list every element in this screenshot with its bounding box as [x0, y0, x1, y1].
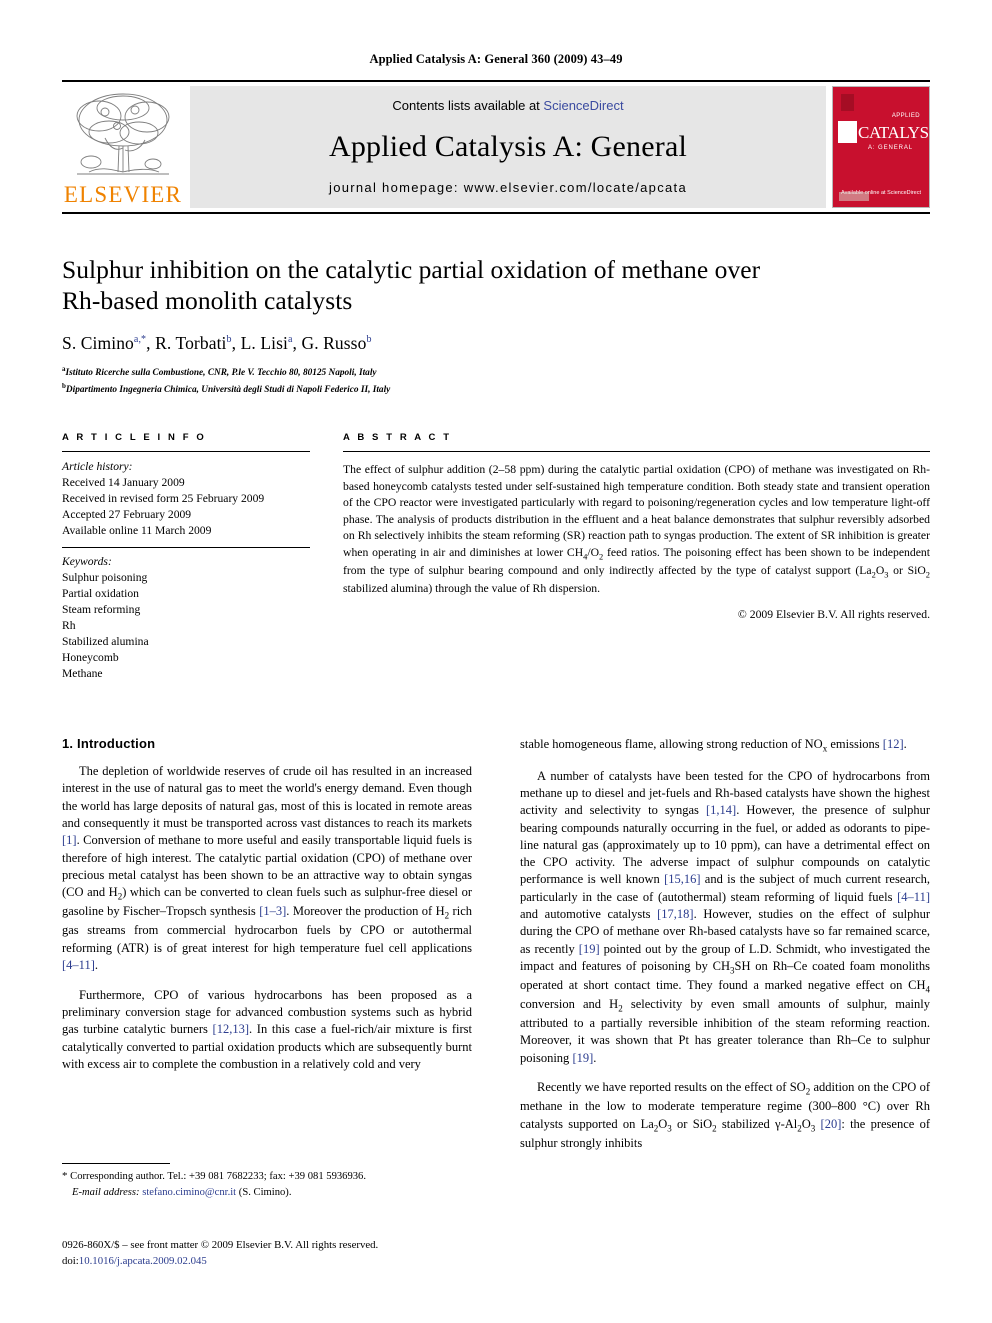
affiliation-item: aIstituto Ricerche sulla Combustione, CN…: [62, 364, 930, 381]
email-link[interactable]: stefano.cimino@cnr.it: [142, 1187, 236, 1198]
journal-banner: ELSEVIER Contents lists available at Sci…: [62, 86, 930, 208]
footnote-block: * Corresponding author. Tel.: +39 081 76…: [62, 1163, 472, 1200]
keywords-list: Keywords: Sulphur poisoning Partial oxid…: [62, 554, 310, 682]
history-item: Accepted 27 February 2009: [62, 508, 192, 522]
footnote-rule: [62, 1163, 170, 1164]
history-item: Received in revised form 25 February 200…: [62, 492, 265, 506]
abstract-heading: A B S T R A C T: [343, 432, 452, 444]
issn-copyright-line: 0926-860X/$ – see front matter © 2009 El…: [62, 1239, 379, 1251]
page-title: Sulphur inhibition on the catalytic part…: [62, 254, 930, 316]
paragraph: stable homogeneous flame, allowing stron…: [520, 737, 907, 754]
sciencedirect-link[interactable]: ScienceDirect: [543, 98, 623, 113]
running-head: Applied Catalysis A: General 360 (2009) …: [369, 52, 623, 66]
elsevier-logo: ELSEVIER: [62, 86, 184, 208]
paper-page: Applied Catalysis A: General 360 (2009) …: [0, 0, 992, 1323]
history-item: Received 14 January 2009: [62, 476, 185, 490]
email-address-label: E-mail address:: [72, 1186, 140, 1198]
author-mark: a,*: [133, 334, 147, 346]
author-list: S. Ciminoa,*, R. Torbatib, L. Lisia, G. …: [62, 333, 372, 354]
keyword-item: Honeycomb: [62, 651, 119, 665]
corresponding-author-text: Corresponding author. Tel.: +39 081 7682…: [70, 1171, 366, 1182]
title-line-1: Sulphur inhibition on the catalytic part…: [62, 255, 761, 284]
banner-bottom-rule: [62, 212, 930, 214]
info-abstract-row: A R T I C L E I N F O Article history: R…: [62, 432, 930, 682]
title-line-2: Rh-based monolith catalysts: [62, 286, 353, 316]
page-footer: 0926-860X/$ – see front matter © 2009 El…: [62, 1238, 492, 1269]
affiliation-text: Istituto Ricerche sulla Combustione, CNR…: [65, 368, 377, 379]
body-columns: 1. Introduction The depletion of worldwi…: [62, 736, 930, 1164]
author-name: L. Lisi: [240, 333, 288, 354]
author-name: S. Cimino: [62, 333, 134, 354]
keyword-item: Stabilized alumina: [62, 635, 149, 649]
elsevier-wordmark: ELSEVIER: [63, 182, 183, 207]
banner-top-rule: [62, 80, 930, 82]
paragraph: Recently we have reported results on the…: [520, 1080, 930, 1150]
corresponding-author-note: * Corresponding author. Tel.: +39 081 76…: [62, 1169, 472, 1200]
keyword-item: Rh: [62, 619, 76, 633]
body-column-left: 1. Introduction The depletion of worldwi…: [62, 736, 472, 1164]
cover-bottom-left-block: [839, 192, 869, 201]
footnote-star: *: [62, 1170, 68, 1182]
keyword-item: Steam reforming: [62, 603, 141, 617]
abstract-rule: [343, 451, 930, 453]
affiliation-text: Dipartimento Ingegneria Chimica, Univers…: [65, 385, 391, 396]
affiliations: aIstituto Ricerche sulla Combustione, CN…: [62, 364, 930, 398]
article-info-heading: A R T I C L E I N F O: [62, 432, 207, 444]
elsevier-tree-icon: [76, 93, 170, 175]
contents-available-line: Contents lists available at ScienceDirec…: [392, 98, 623, 113]
keywords-label: Keywords:: [62, 555, 112, 569]
abstract-text: The effect of sulphur addition (2–58 ppm…: [343, 463, 930, 595]
body-column-right: stable homogeneous flame, allowing stron…: [520, 736, 930, 1164]
author-mark: a: [287, 334, 293, 346]
doi-link[interactable]: 10.1016/j.apcata.2009.02.045: [79, 1255, 207, 1267]
cover-general-label: A: GENERAL: [867, 145, 913, 151]
article-history-label: Article history:: [62, 460, 133, 474]
contents-prefix: Contents lists available at: [392, 98, 544, 113]
keyword-item: Sulphur poisoning: [62, 571, 148, 585]
paragraph: Furthermore, CPO of various hydrocarbons…: [62, 987, 472, 1071]
author-name: R. Torbati: [155, 333, 227, 354]
paragraph: A number of catalysts have been tested f…: [520, 768, 931, 1065]
cover-title: CATALYSIS: [858, 122, 929, 142]
affiliation-item: bDipartimento Ingegneria Chimica, Univer…: [62, 381, 930, 398]
author-mark: b: [366, 334, 372, 346]
doi-line: doi:10.1016/j.apcata.2009.02.045: [62, 1254, 492, 1270]
journal-cover-thumbnail: APPLIED CATALYSIS A: GENERAL Available o…: [832, 86, 930, 208]
article-info-column: A R T I C L E I N F O Article history: R…: [62, 432, 310, 682]
cover-white-square: [838, 121, 857, 143]
email-owner: (S. Cimino).: [238, 1186, 292, 1198]
article-history: Article history: Received 14 January 200…: [62, 459, 310, 539]
abstract-copyright: © 2009 Elsevier B.V. All rights reserved…: [737, 608, 930, 622]
author-name: G. Russo: [301, 333, 367, 354]
cover-top-mark: [841, 94, 854, 111]
article-info-rule: [62, 451, 310, 453]
abstract-column: A B S T R A C T The effect of sulphur ad…: [343, 432, 930, 682]
keyword-item: Methane: [62, 667, 103, 681]
cover-applied-label: APPLIED: [891, 113, 920, 119]
author-mark: b: [226, 334, 232, 346]
cover-title-row: CATALYSIS: [833, 121, 929, 143]
journal-homepage-link[interactable]: journal homepage: www.elsevier.com/locat…: [329, 180, 687, 195]
doi-label: doi:: [62, 1254, 79, 1267]
keywords-rule: [62, 547, 310, 549]
section-heading-introduction: 1. Introduction: [62, 736, 156, 752]
journal-title: Applied Catalysis A: General: [328, 129, 688, 163]
keywords-block: Keywords: Sulphur poisoning Partial oxid…: [62, 547, 310, 682]
keyword-item: Partial oxidation: [62, 587, 139, 601]
history-item: Available online 11 March 2009: [62, 524, 212, 538]
banner-center: Contents lists available at ScienceDirec…: [190, 86, 826, 208]
paragraph: The depletion of worldwide reserves of c…: [62, 764, 472, 972]
